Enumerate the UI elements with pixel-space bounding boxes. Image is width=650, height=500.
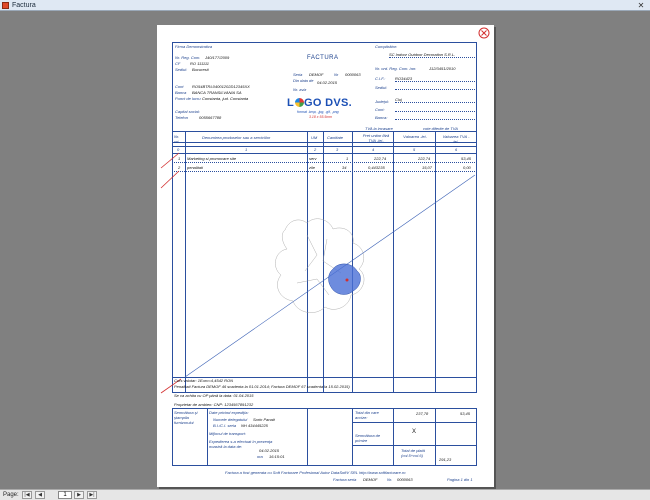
window-title: Factura — [12, 2, 36, 9]
footer-sep-3 — [393, 408, 394, 466]
footer-row-2 — [352, 445, 477, 446]
footer-exp-date: 04.02.2015 — [259, 448, 280, 453]
map-point — [345, 278, 349, 282]
footer-row-1 — [352, 422, 477, 423]
status-bar: Page: |◀ ◀ 1 ▶ ▶| — [0, 489, 650, 500]
close-icon[interactable]: ✕ — [634, 1, 648, 10]
preview-workspace[interactable]: Firma Demonstrativa Nr. Reg. Com. J40/17… — [0, 11, 650, 489]
footer-series: DEMOF — [363, 477, 378, 482]
last-page-button[interactable]: ▶| — [87, 491, 97, 499]
footer-series-nr: 0000063 — [397, 477, 413, 482]
footer-total-label: Total din care accize: — [355, 410, 379, 420]
prev-page-button[interactable]: ◀ — [35, 491, 45, 499]
footer-ora: 16:15:01 — [269, 454, 285, 459]
note-penalty: Penalitati Factura DEMOF 46 scadenta la … — [174, 384, 350, 389]
footer-x-mark: X — [412, 429, 417, 435]
footer-receipt-label: Semnătura de primire — [355, 433, 381, 443]
footer-sep-1 — [207, 408, 208, 466]
note-payment: Se va achita cu OP până la data: 01.04.2… — [174, 393, 254, 398]
footer-sep-5 — [352, 408, 353, 466]
note-exchange: Curs valutar: 1Euro=4,4542 RON — [174, 378, 234, 383]
generated-note: Factura a fost generata cu Soft Facturar… — [225, 470, 406, 475]
footer-delegate: Sorin Panait — [253, 417, 275, 422]
footer-series-label: Factura seria — [333, 477, 357, 482]
footer-total-vat: 53,45 — [460, 411, 471, 416]
page-label: Page: — [3, 492, 19, 498]
footer-sep-4 — [435, 408, 436, 466]
arrow-row1 — [160, 152, 180, 169]
map-highlight — [328, 263, 361, 295]
window-titlebar: Factura ✕ — [0, 0, 650, 11]
footer-bi-label: B.I./C.I. seria — [213, 423, 237, 428]
invoice-page: Firma Demonstrativa Nr. Reg. Com. J40/17… — [157, 25, 494, 487]
footer-sep-2 — [307, 408, 308, 466]
footer-page-count: Pagina 1 din 1 — [447, 477, 473, 482]
first-page-button[interactable]: |◀ — [22, 491, 32, 499]
footer-total-value: 237,78 — [416, 411, 429, 416]
footer-expedition-label: Date privind expediţia: — [209, 410, 249, 415]
footer-series-nr-label: Nr. — [387, 477, 393, 482]
footer-delegate-label: Numele delegatului — [213, 417, 248, 422]
footer-ora-label: ora — [257, 454, 263, 459]
next-page-button[interactable]: ▶ — [74, 491, 84, 499]
arrow-row2 — [160, 170, 180, 189]
note-agent: Proprietar de ambien: CNP: 1234567891232 — [174, 402, 254, 407]
footer-pay-value: 291,23 — [439, 457, 452, 462]
app-icon — [2, 2, 9, 9]
footer-pay-label: Total de plată (col.5+col.6) — [401, 448, 425, 458]
footer-bi: NH 434445225 — [241, 423, 268, 428]
page-number-input[interactable]: 1 — [58, 491, 72, 499]
footer-transport-label: Mijlocul de transport: — [209, 431, 246, 436]
footer-sign-label: Semnătura şi ştampila furnizorului — [174, 410, 198, 425]
